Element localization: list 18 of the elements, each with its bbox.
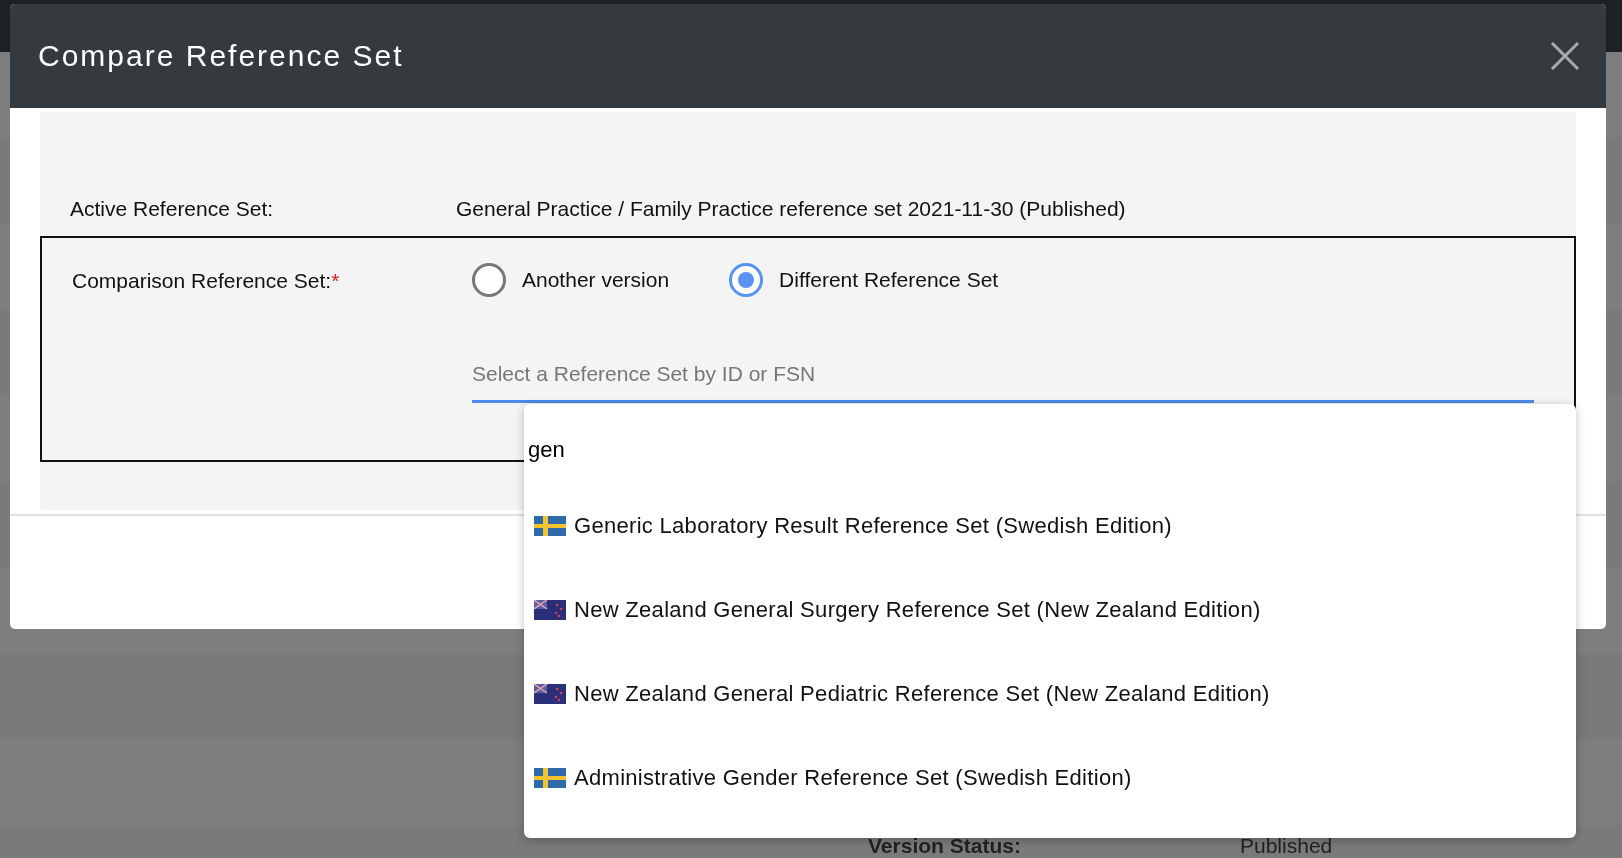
version-status-value: Published bbox=[1240, 834, 1333, 858]
dropdown-option[interactable]: New Zealand General Pediatric Reference Set (New Zealand Edition) bbox=[524, 652, 1576, 736]
field-value: General Practice / Family Practice reference set 2021-11-30 (Published) bbox=[456, 197, 1126, 221]
close-icon[interactable] bbox=[1550, 41, 1580, 71]
dropdown-option[interactable]: New Zealand General Surgery Reference Set (New Zealand Edition) bbox=[524, 568, 1576, 652]
dropdown-option[interactable]: Generic Laboratory Result Reference Set (Swedish Edition) bbox=[524, 484, 1576, 568]
field-label: Active Reference Set: bbox=[70, 197, 275, 221]
radio-option[interactable]: Another version bbox=[472, 260, 670, 300]
search-field[interactable]: gen bbox=[528, 430, 1128, 470]
dropdown-option[interactable]: Administrative Gender Reference Set (Swedish Edition) bbox=[524, 736, 1576, 820]
flag-icon bbox=[534, 516, 566, 536]
flag-icon bbox=[534, 684, 566, 704]
flag-icon bbox=[534, 768, 566, 788]
dialog-title: Compare Reference Set bbox=[38, 39, 404, 73]
flag-icon bbox=[534, 600, 566, 620]
version-status-label: Version Status: bbox=[868, 834, 1021, 858]
radio-option[interactable]: Different Reference Set bbox=[729, 260, 999, 300]
field-label: Comparison Reference Set:* bbox=[72, 268, 341, 294]
